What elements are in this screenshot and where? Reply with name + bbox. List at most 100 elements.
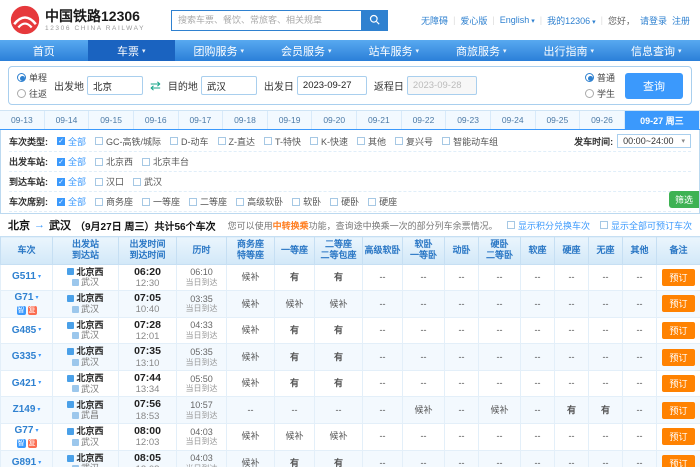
- date-tab-0[interactable]: 09-13: [0, 111, 45, 129]
- depart-date-input[interactable]: 2023-09-27: [297, 76, 367, 95]
- filter-option[interactable]: 软卧: [292, 195, 321, 208]
- filter-option[interactable]: 北京西: [95, 155, 133, 168]
- book-button[interactable]: 预订: [662, 428, 694, 445]
- nav-item-member-services[interactable]: 会员服务▾: [263, 40, 351, 61]
- top-link-english[interactable]: English ▾: [500, 15, 535, 25]
- col-header-times[interactable]: 出发时间到达时间: [119, 237, 177, 265]
- train-number-link[interactable]: G77▾: [1, 425, 52, 437]
- train-number-link[interactable]: G485▾: [1, 325, 52, 337]
- date-tab-9[interactable]: 09-22: [402, 111, 447, 129]
- seat-cell[interactable]: 候补: [479, 397, 521, 424]
- seat-cell[interactable]: 候补: [315, 291, 363, 318]
- seat-cell[interactable]: 候补: [227, 450, 275, 467]
- seat-cell[interactable]: 有: [315, 344, 363, 371]
- railway-logo[interactable]: 中国铁路12306 12306 CHINA RAILWAY: [10, 5, 145, 35]
- seat-cell[interactable]: 有: [589, 397, 623, 424]
- expand-train-icon[interactable]: ▾: [38, 353, 41, 360]
- date-tab-14[interactable]: 09-27 周三: [625, 111, 700, 129]
- seat-cell[interactable]: 候补: [227, 423, 275, 450]
- filter-option[interactable]: K-快速: [310, 135, 348, 148]
- swap-stations-button[interactable]: ⇄: [150, 79, 161, 92]
- seat-cell[interactable]: 候补: [403, 397, 445, 424]
- seat-cell[interactable]: 候补: [227, 344, 275, 371]
- seat-cell[interactable]: 有: [275, 370, 315, 397]
- book-button[interactable]: 预订: [662, 322, 694, 339]
- search-input[interactable]: [171, 10, 361, 31]
- top-link-my-12306[interactable]: 我的12306 ▾: [547, 14, 596, 27]
- seat-cell[interactable]: 有: [315, 264, 363, 291]
- filter-option[interactable]: 智能动车组: [442, 135, 498, 148]
- seat-cell[interactable]: 候补: [275, 423, 315, 450]
- nav-item-business-services[interactable]: 商旅服务▾: [438, 40, 526, 61]
- toggle-points-trains[interactable]: 显示积分兑换车次: [507, 219, 590, 232]
- filter-all-seat-class[interactable]: ✓全部: [57, 195, 86, 208]
- filter-side-button[interactable]: 筛选: [669, 191, 699, 208]
- filter-option[interactable]: D-动车: [170, 135, 209, 148]
- date-tab-10[interactable]: 09-23: [446, 111, 491, 129]
- filter-option[interactable]: 汉口: [95, 175, 124, 188]
- filter-option[interactable]: 武汉: [133, 175, 162, 188]
- trip-type-round-trip[interactable]: 往返: [17, 87, 47, 100]
- filter-option[interactable]: 硬座: [368, 195, 397, 208]
- date-tab-1[interactable]: 09-14: [45, 111, 90, 129]
- filter-option[interactable]: 商务座: [95, 195, 133, 208]
- expand-train-icon[interactable]: ▾: [38, 327, 41, 334]
- date-tab-5[interactable]: 09-18: [223, 111, 268, 129]
- toggle-bookable-trains[interactable]: 显示全部可预订车次: [600, 219, 692, 232]
- date-tab-2[interactable]: 09-15: [89, 111, 134, 129]
- date-tab-13[interactable]: 09-26: [580, 111, 625, 129]
- date-tab-4[interactable]: 09-17: [179, 111, 224, 129]
- book-button[interactable]: 预订: [662, 349, 694, 366]
- filter-option[interactable]: 硬卧: [330, 195, 359, 208]
- trip-type-one-way[interactable]: 单程: [17, 71, 47, 84]
- filter-option[interactable]: GC-高铁/城际: [95, 135, 161, 148]
- top-link-care-version[interactable]: 爱心版: [460, 14, 487, 27]
- seat-cell[interactable]: 有: [315, 317, 363, 344]
- seat-cell[interactable]: 候补: [275, 291, 315, 318]
- nav-item-travel-guide[interactable]: 出行指南▾: [525, 40, 613, 61]
- nav-item-station-services[interactable]: 站车服务▾: [350, 40, 438, 61]
- seat-cell[interactable]: 有: [315, 450, 363, 467]
- nav-item-tickets[interactable]: 车票▾: [88, 40, 176, 61]
- book-button[interactable]: 预订: [662, 375, 694, 392]
- train-number-link[interactable]: Z149▾: [1, 404, 52, 416]
- seat-cell[interactable]: 有: [275, 344, 315, 371]
- book-button[interactable]: 预订: [662, 295, 694, 312]
- seat-cell[interactable]: 候补: [227, 317, 275, 344]
- search-button[interactable]: [361, 10, 388, 31]
- train-number-link[interactable]: G71▾: [1, 292, 52, 304]
- seat-cell[interactable]: 候补: [227, 370, 275, 397]
- filter-all-to-station[interactable]: ✓全部: [57, 175, 86, 188]
- filter-option[interactable]: T-特快: [264, 135, 301, 148]
- nav-item-info-query[interactable]: 信息查询▾: [613, 40, 700, 61]
- nav-item-group-services[interactable]: 团购服务▾: [175, 40, 263, 61]
- train-number-link[interactable]: G891▾: [1, 457, 52, 467]
- book-button[interactable]: 预订: [662, 269, 694, 286]
- filter-option[interactable]: 复兴号: [395, 135, 433, 148]
- nav-item-home[interactable]: 首页: [0, 40, 88, 61]
- to-input[interactable]: 武汉: [201, 76, 257, 95]
- expand-train-icon[interactable]: ▾: [35, 295, 38, 302]
- filter-option[interactable]: Z-直达: [218, 135, 256, 148]
- query-button[interactable]: 查询: [625, 73, 683, 99]
- date-tab-12[interactable]: 09-25: [536, 111, 581, 129]
- book-button[interactable]: 预订: [662, 455, 694, 467]
- filter-option[interactable]: 二等座: [189, 195, 227, 208]
- expand-train-icon[interactable]: ▾: [38, 274, 41, 281]
- seat-cell[interactable]: 有: [315, 370, 363, 397]
- filter-option[interactable]: 一等座: [142, 195, 180, 208]
- seat-cell[interactable]: 候补: [227, 264, 275, 291]
- seat-cell[interactable]: 有: [555, 397, 589, 424]
- filter-option[interactable]: 高级软卧: [236, 195, 283, 208]
- date-tab-7[interactable]: 09-20: [312, 111, 357, 129]
- date-tab-11[interactable]: 09-24: [491, 111, 536, 129]
- col-header-duration[interactable]: 历时: [177, 237, 227, 265]
- from-input[interactable]: 北京: [87, 76, 143, 95]
- filter-all-from-station[interactable]: ✓全部: [57, 155, 86, 168]
- book-button[interactable]: 预订: [662, 402, 694, 419]
- passenger-type-student[interactable]: 学生: [585, 87, 615, 100]
- filter-all-train-type[interactable]: ✓全部: [57, 135, 86, 148]
- register-link[interactable]: 注册: [672, 14, 690, 27]
- passenger-type-adult[interactable]: 普通: [585, 71, 615, 84]
- date-tab-3[interactable]: 09-16: [134, 111, 179, 129]
